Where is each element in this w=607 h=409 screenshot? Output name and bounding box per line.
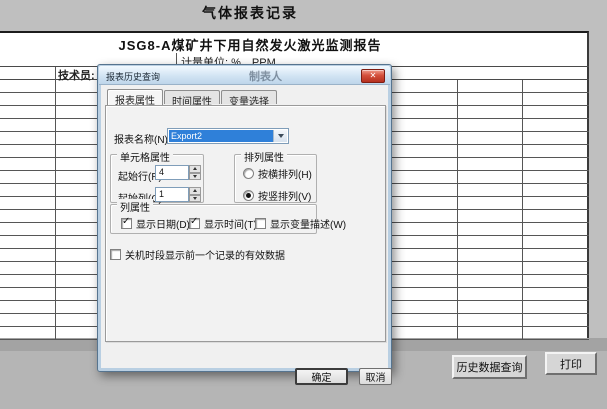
history-query-button[interactable]: 历史数据查询 xyxy=(452,355,527,379)
column-properties-group: 列属性 显示日期(D) 显示时间(T) 显示变量描述(W) xyxy=(110,204,317,234)
radio-horizontal[interactable]: 按横排列(H) xyxy=(243,166,312,181)
tab-time-properties[interactable]: 时间属性 xyxy=(164,90,220,104)
dialog-titlebar[interactable]: 报表历史查询 制表人 ✕ xyxy=(99,66,390,85)
arrange-properties-title: 排列属性 xyxy=(241,149,287,164)
report-name-combobox[interactable]: Export2 xyxy=(167,128,289,144)
start-col-input[interactable]: 1 xyxy=(155,187,189,202)
table-column-line xyxy=(457,80,458,340)
page-title: 气体报表记录 xyxy=(170,3,330,23)
checkbox-icon[interactable] xyxy=(189,218,200,229)
cell-properties-group: 单元格属性 起始行(R): 4 起始列(C): 1 xyxy=(110,154,204,203)
checkbox-icon[interactable] xyxy=(255,218,266,229)
checkbox-icon[interactable] xyxy=(110,249,121,260)
ok-button[interactable]: 确定 xyxy=(295,368,348,385)
cell-properties-title: 单元格属性 xyxy=(117,149,173,164)
dialog-body: 报表属性 时间属性 变量选择 报表名称(N): Export2 单元格属性 起始… xyxy=(99,84,390,370)
spinner-down-icon[interactable] xyxy=(189,195,201,203)
dialog-title: 报表历史查询 xyxy=(106,70,160,83)
table-column-line xyxy=(522,80,523,340)
combobox-dropdown-button[interactable] xyxy=(273,130,287,142)
chevron-down-icon xyxy=(278,134,284,138)
close-icon[interactable]: ✕ xyxy=(361,69,385,83)
tab-variable-selection[interactable]: 变量选择 xyxy=(221,90,277,104)
table-column-line xyxy=(55,67,56,340)
spinner-down-icon[interactable] xyxy=(189,173,201,181)
arrange-properties-group: 排列属性 按横排列(H) 按竖排列(V) xyxy=(234,154,317,203)
tab-strip: 报表属性 时间属性 变量选择 xyxy=(107,90,278,106)
checkbox-shutdown-fill[interactable]: 关机时段显示前一个记录的有效数据 xyxy=(110,247,285,262)
report-history-dialog: 报表历史查询 制表人 ✕ 报表属性 时间属性 变量选择 报表名称(N): Exp… xyxy=(97,64,392,372)
spinner-up-icon[interactable] xyxy=(189,165,201,173)
checkbox-show-description[interactable]: 显示变量描述(W) xyxy=(255,216,346,231)
cancel-button[interactable]: 取消 xyxy=(359,368,392,385)
start-col-spinner[interactable] xyxy=(189,187,201,202)
print-button[interactable]: 打印 xyxy=(545,352,597,375)
background-text-preparer: 制表人 xyxy=(249,68,282,84)
report-title: JSG8-A煤矿井下用自然发火激光监测报告 xyxy=(0,35,500,54)
tab-report-properties[interactable]: 报表属性 xyxy=(107,89,163,105)
report-name-label: 报表名称(N): xyxy=(114,131,171,146)
checkbox-show-time[interactable]: 显示时间(T) xyxy=(189,216,257,231)
radio-icon[interactable] xyxy=(243,168,254,179)
radio-icon[interactable] xyxy=(243,190,254,201)
radio-vertical[interactable]: 按竖排列(V) xyxy=(243,188,311,203)
report-name-value: Export2 xyxy=(169,130,274,142)
screen: 气体报表记录 JSG8-A煤矿井下用自然发火激光监测报告 计量单位: %、PPM… xyxy=(0,0,607,409)
start-row-input[interactable]: 4 xyxy=(155,165,189,180)
column-properties-title: 列属性 xyxy=(117,199,153,214)
checkbox-icon[interactable] xyxy=(121,218,132,229)
checkbox-show-date[interactable]: 显示日期(D) xyxy=(121,216,190,231)
spinner-up-icon[interactable] xyxy=(189,187,201,195)
start-row-spinner[interactable] xyxy=(189,165,201,180)
